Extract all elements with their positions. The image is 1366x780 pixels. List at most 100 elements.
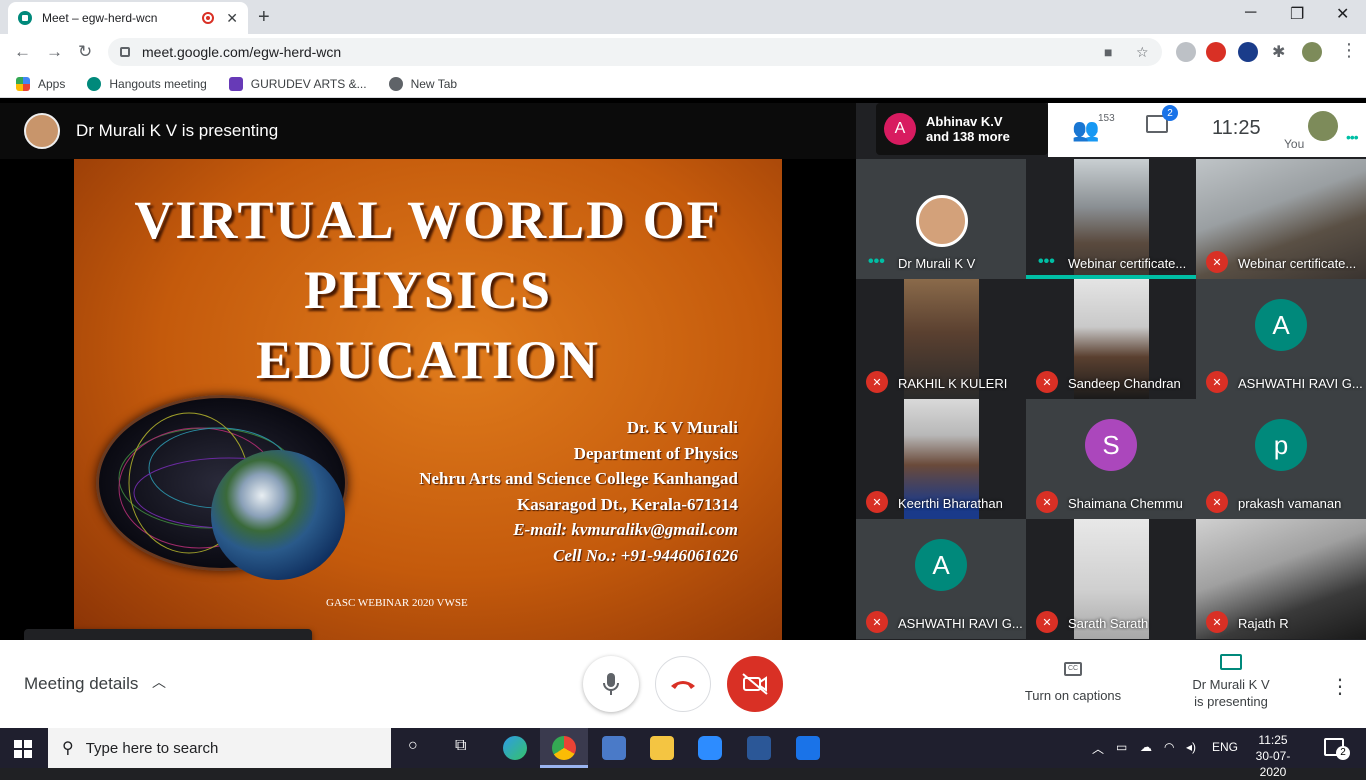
bookmark-apps[interactable]: Apps [16, 76, 66, 91]
zoom-icon[interactable] [698, 736, 722, 760]
bookmark-label: GURUDEV ARTS &... [250, 76, 367, 91]
camera-permission-icon[interactable]: ■ [1104, 44, 1112, 60]
taskbar-search-placeholder: Type here to search [85, 739, 219, 757]
participant-tile[interactable]: ✕ Sarath Sarath [1026, 519, 1196, 639]
participant-tile[interactable]: p ✕ prakash vamanan [1196, 399, 1366, 519]
edge-icon[interactable] [503, 736, 527, 760]
chrome-icon[interactable] [552, 736, 576, 760]
file-explorer-icon[interactable] [650, 736, 674, 760]
chrome-menu-icon[interactable]: ⋮ [1340, 40, 1358, 61]
restore-button[interactable]: ❐ [1290, 4, 1304, 24]
bookmark-hangouts[interactable]: Hangouts meeting [87, 76, 207, 91]
extension-icon-2[interactable] [1206, 42, 1226, 62]
app-icon[interactable] [602, 736, 626, 760]
url-text: meet.google.com/egw-herd-wcn [142, 44, 342, 60]
bookmark-newtab[interactable]: New Tab [388, 76, 458, 91]
battery-icon[interactable]: ▭ [1116, 740, 1127, 754]
task-view-icon[interactable]: ⧉ [455, 737, 466, 755]
extensions-puzzle-icon[interactable]: ✱ [1272, 42, 1285, 62]
address-bar[interactable]: meet.google.com/egw-herd-wcn [108, 38, 1162, 66]
bookmark-label: Apps [38, 76, 66, 91]
chat-badge: 2 [1162, 105, 1178, 121]
meeting-details-button[interactable]: Meeting details [24, 674, 138, 694]
extension-icon-3[interactable] [1238, 42, 1258, 62]
taskbar-clock[interactable]: 11:25 30-07-2020 [1250, 732, 1296, 780]
participant-tile[interactable]: A ✕ ASHWATHI RAVI G... [856, 519, 1026, 639]
camera-button[interactable] [727, 656, 783, 712]
participant-name: Shaimana Chemmu [1068, 496, 1183, 511]
word-icon[interactable] [747, 736, 771, 760]
participant-avatar: p [1255, 419, 1307, 471]
slide-title-line: VIRTUAL WORLD OF [134, 190, 722, 250]
participant-tile[interactable]: ✕ Webinar certificate... [1196, 159, 1366, 279]
tab-title: Meet – egw-herd-wcn [42, 11, 158, 25]
participant-name: Webinar certificate... [1238, 256, 1357, 271]
volume-icon[interactable]: ◂) [1186, 740, 1196, 754]
windows-start-button[interactable] [14, 740, 32, 758]
window-close-button[interactable]: ✕ [1336, 4, 1349, 24]
tab-close-icon[interactable]: ✕ [226, 10, 238, 27]
minimize-button[interactable]: ─ [1245, 4, 1256, 22]
language-indicator[interactable]: ENG [1212, 740, 1238, 754]
participant-tile[interactable]: ••• Dr Murali K V [856, 159, 1026, 279]
speaker-name: Abhinav K.V [926, 114, 1003, 129]
participant-tile[interactable]: ✕ RAKHIL K KULERI [856, 279, 1026, 399]
participant-tile[interactable]: S ✕ Shaimana Chemmu [1026, 399, 1196, 519]
speaker-avatar: A [884, 113, 916, 145]
present-screen-icon [1220, 654, 1242, 670]
forms-icon [228, 76, 243, 91]
participant-tile[interactable]: ✕ Sandeep Chandran [1026, 279, 1196, 399]
self-view-avatar[interactable] [1308, 111, 1338, 141]
globe-icon [388, 76, 403, 91]
meeting-clock: 11:25 [1212, 117, 1261, 139]
participant-tile[interactable]: ✕ Rajath R [1196, 519, 1366, 639]
browser-tab-meet[interactable]: Meet – egw-herd-wcn ✕ [8, 2, 248, 34]
taskbar-date: 30-07-2020 [1255, 749, 1291, 779]
slide-author-info: Dr. K V Murali Department of Physics Neh… [419, 415, 738, 569]
slide-info-line: Nehru Arts and Science College Kanhangad [419, 469, 738, 489]
presenting-label-2: is presenting [1194, 694, 1268, 709]
back-button[interactable]: ← [14, 42, 31, 62]
taskbar-time: 11:25 [1258, 733, 1288, 747]
participant-tile[interactable]: ••• Webinar certificate... [1026, 159, 1196, 279]
participant-tile[interactable]: ✕ Keerthi Bharathan [856, 399, 1026, 519]
apps-grid-icon [16, 76, 30, 91]
more-options-icon[interactable]: ⋮ [1330, 674, 1350, 699]
profile-avatar[interactable] [1302, 42, 1322, 62]
reload-button[interactable]: ↻ [78, 42, 92, 62]
active-speaker-bar [1026, 275, 1196, 279]
tray-chevron-up-icon[interactable]: ︿ [1092, 740, 1104, 757]
chat-button[interactable]: 2 [1146, 105, 1178, 133]
onedrive-icon[interactable]: ☁ [1140, 740, 1152, 754]
chevron-up-icon[interactable]: ︿ [152, 672, 166, 692]
people-button[interactable]: 👥 153 [1072, 113, 1115, 143]
presenting-button[interactable]: Dr Murali K V is presenting [1170, 654, 1292, 710]
participant-name: Sarath Sarath [1068, 616, 1149, 631]
participant-tile[interactable]: A ✕ ASHWATHI RAVI G... [1196, 279, 1366, 399]
bookmark-gurudev[interactable]: GURUDEV ARTS &... [228, 76, 367, 91]
bookmark-label: New Tab [410, 76, 458, 91]
captions-button[interactable]: CC Turn on captions [1010, 658, 1136, 703]
participant-name: prakash vamanan [1238, 496, 1342, 511]
taskbar-search[interactable]: ⚲ Type here to search [48, 728, 391, 768]
extension-icon-1[interactable] [1176, 42, 1196, 62]
forward-button[interactable]: → [46, 42, 63, 62]
slide-info-line: Cell No.: +91-9446061626 [553, 545, 738, 565]
participant-name: ASHWATHI RAVI G... [1238, 376, 1363, 391]
audio-indicator-icon: ••• [1346, 129, 1359, 145]
new-tab-button[interactable]: + [258, 6, 270, 29]
leave-call-button[interactable] [655, 656, 711, 712]
browser-toolbar: ← → ↻ meet.google.com/egw-herd-wcn ■ ☆ ✱… [0, 34, 1366, 70]
cortana-icon[interactable]: ○ [408, 737, 418, 755]
microphone-button[interactable] [583, 656, 639, 712]
slide-title-line: PHYSICS [303, 260, 553, 320]
people-icon: 👥 [1072, 117, 1100, 142]
closed-captions-icon: CC [1064, 662, 1082, 676]
sigma-app-icon[interactable] [796, 736, 820, 760]
people-count: 153 [1098, 113, 1115, 124]
wifi-icon[interactable]: ◠ [1164, 740, 1174, 754]
notifications-icon[interactable]: 2 [1324, 738, 1350, 760]
speaker-more: and 138 more [926, 129, 1010, 144]
bookmark-star-icon[interactable]: ☆ [1136, 44, 1149, 61]
presenter-avatar [24, 113, 60, 149]
